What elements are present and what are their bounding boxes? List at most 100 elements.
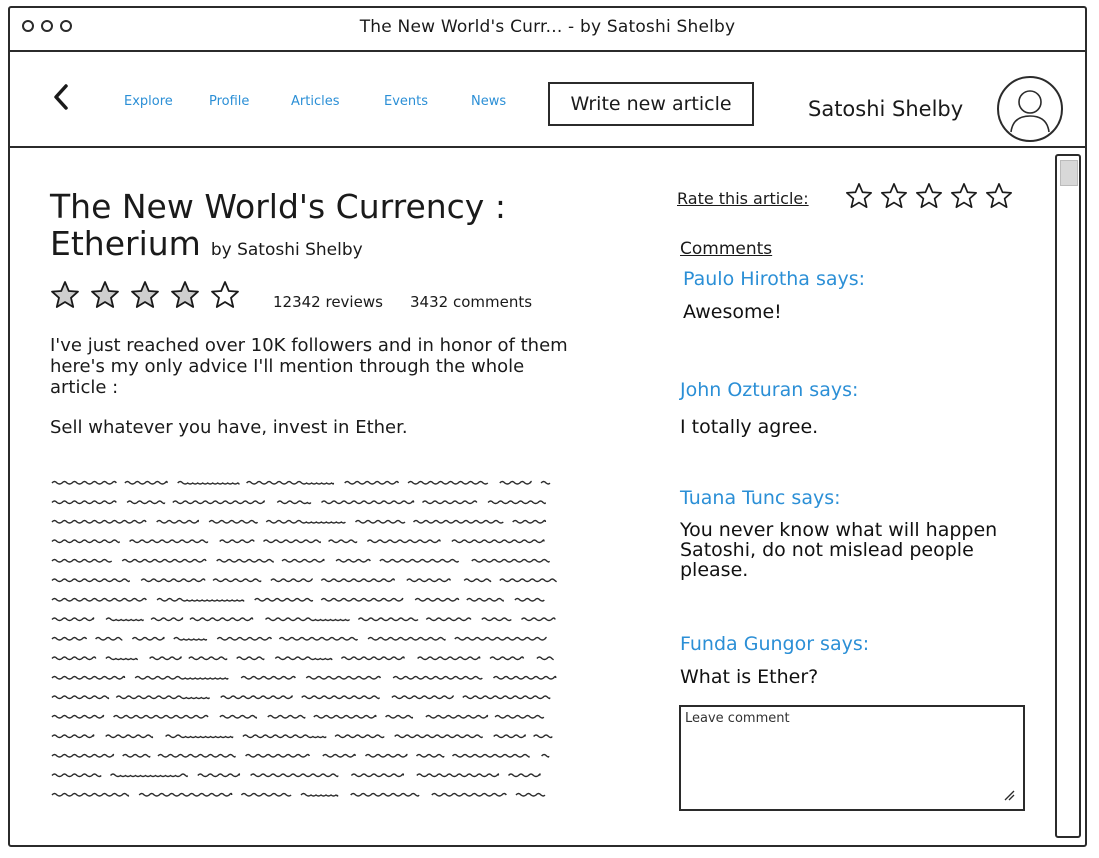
scribble-word <box>354 519 406 524</box>
scribble-word <box>431 792 507 797</box>
scribble-word <box>124 480 168 485</box>
scribble-word <box>51 656 97 661</box>
scribble-word <box>415 753 445 758</box>
comments-count[interactable]: 3432 comments <box>410 293 532 311</box>
scribble-word <box>471 558 550 563</box>
comment-text: What is Ether? <box>680 666 819 688</box>
star-filled-icon <box>171 281 199 308</box>
scribble-word <box>51 597 147 602</box>
scribble-word <box>406 578 452 583</box>
scribble-word <box>95 636 123 641</box>
scribble-word <box>51 636 88 641</box>
star-empty-icon <box>211 281 239 308</box>
star-filled-icon <box>131 281 159 308</box>
scribble-word <box>514 597 545 602</box>
scribble-word <box>105 734 154 739</box>
comment-author[interactable]: Tuana Tunc says: <box>680 487 841 509</box>
nav-link-news[interactable]: News <box>471 94 506 109</box>
article-title: The New World's Currency : Etherium by Sa… <box>50 188 570 269</box>
rate-star-icon[interactable] <box>985 182 1013 210</box>
scribble-word <box>51 558 113 563</box>
comment-author[interactable]: Paulo Hirotha says: <box>683 268 865 290</box>
scribble-word <box>340 656 405 661</box>
scribble-word <box>149 656 182 661</box>
rate-star-icon[interactable] <box>845 182 873 210</box>
scribble-word <box>357 617 419 622</box>
scribble-word <box>425 617 472 622</box>
scribble-word <box>541 753 550 758</box>
scribble-word <box>515 792 546 797</box>
nav-link-profile[interactable]: Profile <box>209 94 249 109</box>
nav-link-articles[interactable]: Articles <box>291 94 339 109</box>
scribble-word <box>265 519 346 524</box>
nav-link-events[interactable]: Events <box>384 94 428 109</box>
scribble-word <box>240 675 296 680</box>
scribble-word <box>246 480 335 485</box>
rate-star-icon[interactable] <box>950 182 978 210</box>
vertical-scrollbar[interactable] <box>1055 154 1081 838</box>
scribble-word <box>220 695 293 700</box>
rate-star-icon[interactable] <box>915 182 943 210</box>
scribble-word <box>350 792 420 797</box>
scribble-word <box>126 500 166 505</box>
star-filled-icon <box>91 281 119 308</box>
scribble-word <box>219 714 258 719</box>
reviews-count[interactable]: 12342 reviews <box>273 293 383 311</box>
write-new-article-button[interactable]: Write new article <box>548 82 754 126</box>
scribble-word <box>105 656 138 661</box>
scribble-word <box>466 597 504 602</box>
rate-star-icon[interactable] <box>880 182 908 210</box>
scribble-word <box>334 734 385 739</box>
nav-link-explore[interactable]: Explore <box>124 94 173 109</box>
scribble-word <box>328 539 358 544</box>
scribble-word <box>489 656 525 661</box>
scribble-word <box>494 714 545 719</box>
scribble-word <box>320 578 396 583</box>
scribble-word <box>379 558 460 563</box>
scribble-word <box>156 597 245 602</box>
scribble-word <box>129 539 209 544</box>
scribble-word <box>51 714 105 719</box>
scribble-word <box>364 753 408 758</box>
back-arrow-icon[interactable] <box>50 80 72 114</box>
scribble-word <box>276 500 312 505</box>
scribble-word <box>344 480 400 485</box>
scribble-word <box>157 753 236 758</box>
scribble-word <box>109 773 188 778</box>
scribble-word <box>188 656 228 661</box>
user-name[interactable]: Satoshi Shelby <box>808 97 963 121</box>
scribble-word <box>122 753 151 758</box>
scribble-word <box>51 578 131 583</box>
rate-article-label: Rate this article: <box>677 189 809 208</box>
scribble-word <box>113 714 209 719</box>
scribble-word <box>219 539 255 544</box>
scrollbar-thumb[interactable] <box>1060 160 1078 186</box>
scribble-word <box>305 675 382 680</box>
scribble-word <box>454 636 547 641</box>
scribble-word <box>51 734 95 739</box>
leave-comment-input[interactable] <box>685 711 1019 805</box>
scribble-word <box>51 500 117 505</box>
scribble-word <box>250 773 339 778</box>
scribble-word <box>212 578 262 583</box>
scribble-word <box>492 675 557 680</box>
scribble-word <box>391 695 454 700</box>
scribble-word <box>105 617 144 622</box>
scribble-word <box>51 773 102 778</box>
title-bar: The New World's Curr... - by Satoshi She… <box>10 8 1085 52</box>
scribble-word <box>536 656 554 661</box>
comments-heading: Comments <box>680 239 773 259</box>
scribble-word <box>267 714 306 719</box>
scribble-word <box>264 617 351 622</box>
comment-author[interactable]: John Ozturan says: <box>680 379 858 401</box>
scribble-word <box>322 753 356 758</box>
scribble-word <box>281 558 325 563</box>
scribble-word <box>313 714 377 719</box>
scribble-word <box>51 753 115 758</box>
scribble-word <box>51 695 110 700</box>
resize-grip-icon[interactable] <box>1003 789 1015 801</box>
comment-author[interactable]: Funda Gungor says: <box>680 633 869 655</box>
scribble-word <box>216 636 273 641</box>
scribble-word <box>51 675 126 680</box>
user-avatar-icon[interactable] <box>995 74 1065 144</box>
